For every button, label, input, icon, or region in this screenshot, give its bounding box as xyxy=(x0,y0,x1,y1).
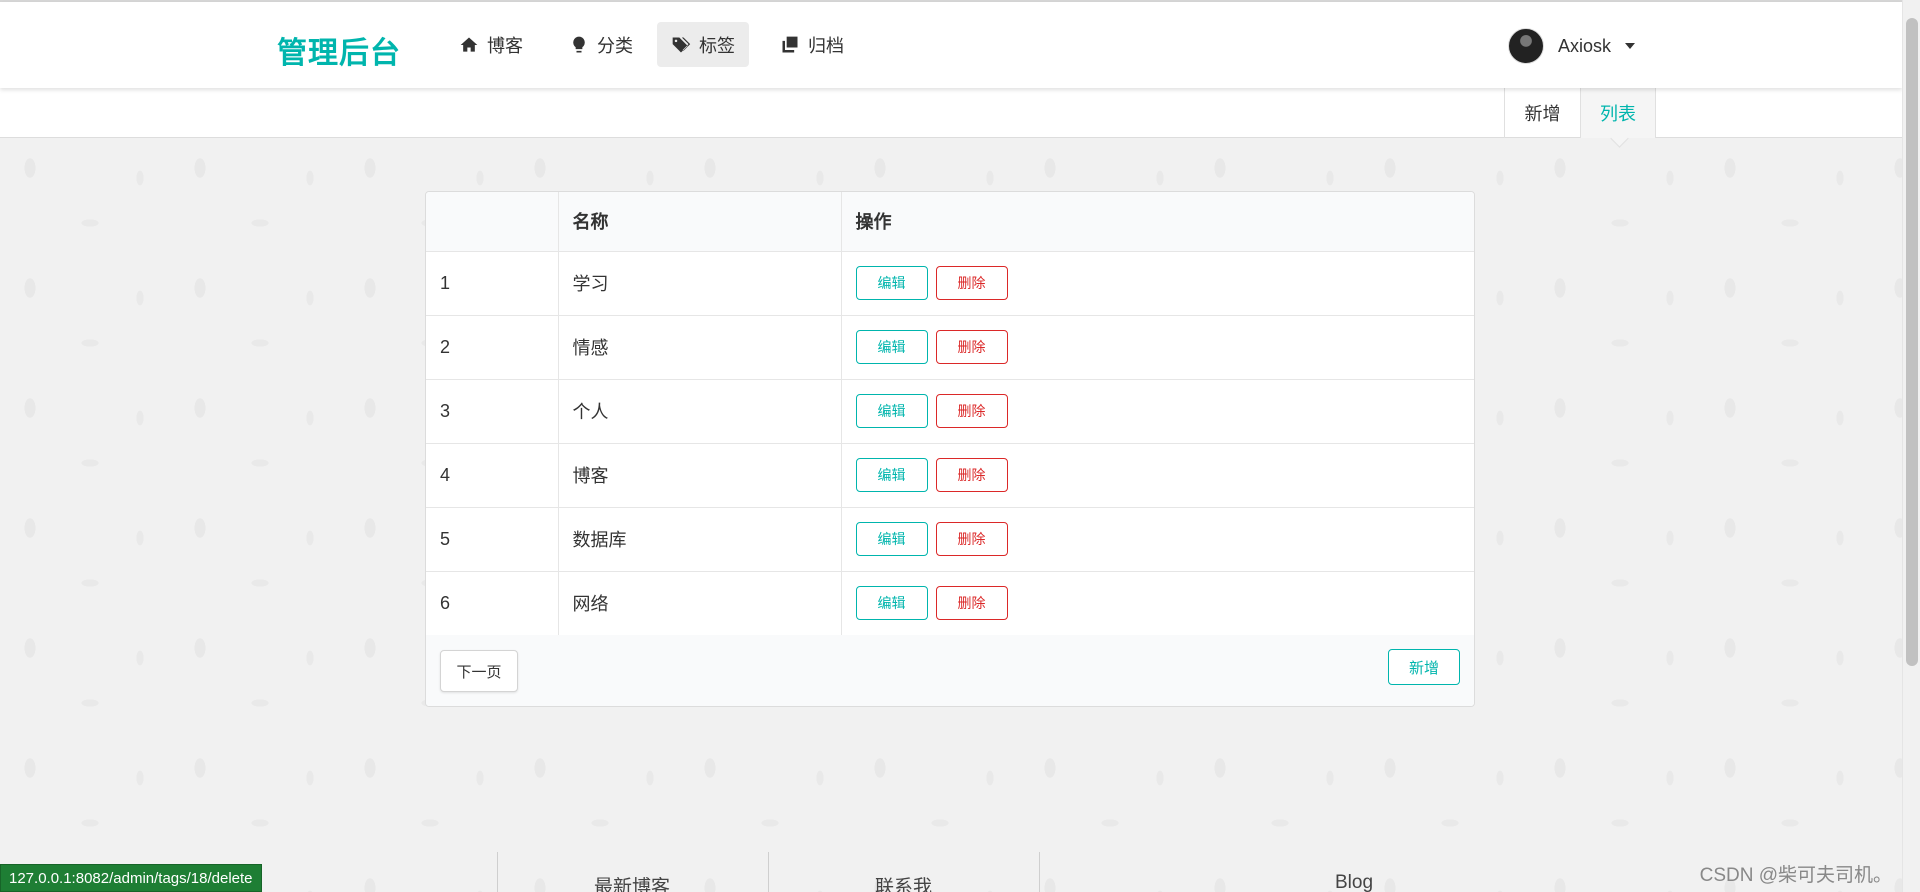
row-actions: 编辑 删除 xyxy=(841,251,1474,316)
nav-item-tags[interactable]: 标签 xyxy=(657,22,749,67)
caret-down-icon xyxy=(1625,43,1636,49)
vertical-scrollbar[interactable] xyxy=(1902,0,1920,892)
footer-divider xyxy=(768,852,769,892)
brand-title[interactable]: 管理后台 xyxy=(277,28,401,72)
table-row: 6 网络 编辑 删除 xyxy=(426,571,1474,636)
nav-item-label: 归档 xyxy=(808,35,844,56)
edit-button[interactable]: 编辑 xyxy=(855,394,928,428)
table-row: 3 个人 编辑 删除 xyxy=(426,379,1474,444)
row-actions: 编辑 删除 xyxy=(841,507,1474,572)
tags-table-card: 名称 操作 1 学习 编辑 删除 2 情感 编辑 删除 3 个人 编辑 删除 4… xyxy=(425,191,1475,707)
secondary-menu: 新增 列表 xyxy=(0,88,1902,138)
row-index: 2 xyxy=(426,315,559,380)
row-index: 3 xyxy=(426,379,559,444)
row-index: 4 xyxy=(426,443,559,508)
row-name: 博客 xyxy=(558,443,842,508)
next-page-button[interactable]: 下一页 xyxy=(440,650,518,692)
delete-button[interactable]: 删除 xyxy=(935,266,1008,300)
tags-icon xyxy=(672,37,691,52)
edit-button[interactable]: 编辑 xyxy=(855,458,928,492)
delete-button[interactable]: 删除 xyxy=(935,522,1008,556)
column-header-actions: 操作 xyxy=(841,192,1474,252)
nav-item-blog[interactable]: 博客 xyxy=(445,22,537,67)
table-header-row: 名称 操作 xyxy=(426,192,1474,252)
row-actions: 编辑 删除 xyxy=(841,315,1474,380)
table-row: 2 情感 编辑 删除 xyxy=(426,315,1474,380)
user-name: Axiosk xyxy=(1558,35,1612,56)
watermark: CSDN @柴可夫司机。 xyxy=(1699,865,1892,886)
nav-item-label: 标签 xyxy=(699,35,735,56)
nav-item-category[interactable]: 分类 xyxy=(555,22,647,67)
row-index: 1 xyxy=(426,251,559,316)
edit-button[interactable]: 编辑 xyxy=(855,522,928,556)
user-menu[interactable]: Axiosk xyxy=(1508,26,1636,66)
nav-item-archive[interactable]: 归档 xyxy=(766,22,858,67)
column-header-index xyxy=(426,192,559,252)
scrollbar-thumb[interactable] xyxy=(1906,18,1918,666)
delete-button[interactable]: 删除 xyxy=(935,330,1008,364)
table-row: 1 学习 编辑 删除 xyxy=(426,251,1474,316)
column-header-name: 名称 xyxy=(558,192,842,252)
row-actions: 编辑 删除 xyxy=(841,379,1474,444)
footer-blog-title: Blog xyxy=(1335,872,1374,892)
table-footer: 下一页 新增 xyxy=(426,635,1474,706)
status-url: 127.0.0.1:8082/admin/tags/18/delete xyxy=(0,864,262,892)
delete-button[interactable]: 删除 xyxy=(935,458,1008,492)
footer-contact-title: 联系我 xyxy=(875,877,933,892)
row-name: 网络 xyxy=(558,571,842,636)
lightbulb-icon xyxy=(573,36,585,52)
footer-divider xyxy=(1039,852,1040,892)
table-row: 5 数据库 编辑 删除 xyxy=(426,507,1474,572)
tab-list[interactable]: 列表 xyxy=(1580,88,1656,138)
delete-button[interactable]: 删除 xyxy=(935,586,1008,620)
table-row: 4 博客 编辑 删除 xyxy=(426,443,1474,508)
top-navbar: 管理后台 博客 分类 标签 归档 Axiosk xyxy=(0,2,1902,88)
table-body: 1 学习 编辑 删除 2 情感 编辑 删除 3 个人 编辑 删除 4 博客 编辑… xyxy=(426,251,1474,636)
row-name: 个人 xyxy=(558,379,842,444)
tags-table: 名称 操作 1 学习 编辑 删除 2 情感 编辑 删除 3 个人 编辑 删除 4… xyxy=(426,192,1474,636)
nav-item-label: 分类 xyxy=(597,35,633,56)
row-name: 情感 xyxy=(558,315,842,380)
row-index: 5 xyxy=(426,507,559,572)
add-tag-button[interactable]: 新增 xyxy=(1388,649,1460,685)
row-actions: 编辑 删除 xyxy=(841,443,1474,508)
home-icon xyxy=(460,37,478,52)
footer-divider xyxy=(497,852,498,892)
row-index: 6 xyxy=(426,571,559,636)
row-name: 数据库 xyxy=(558,507,842,572)
row-name: 学习 xyxy=(558,251,842,316)
edit-button[interactable]: 编辑 xyxy=(855,266,928,300)
footer-latest-blogs-title: 最新博客 xyxy=(594,877,671,892)
delete-button[interactable]: 删除 xyxy=(935,394,1008,428)
row-actions: 编辑 删除 xyxy=(841,571,1474,636)
clone-icon xyxy=(782,36,798,52)
avatar xyxy=(1508,28,1544,64)
edit-button[interactable]: 编辑 xyxy=(855,330,928,364)
nav-item-label: 博客 xyxy=(487,35,523,56)
edit-button[interactable]: 编辑 xyxy=(855,586,928,620)
tab-add[interactable]: 新增 xyxy=(1504,88,1580,138)
